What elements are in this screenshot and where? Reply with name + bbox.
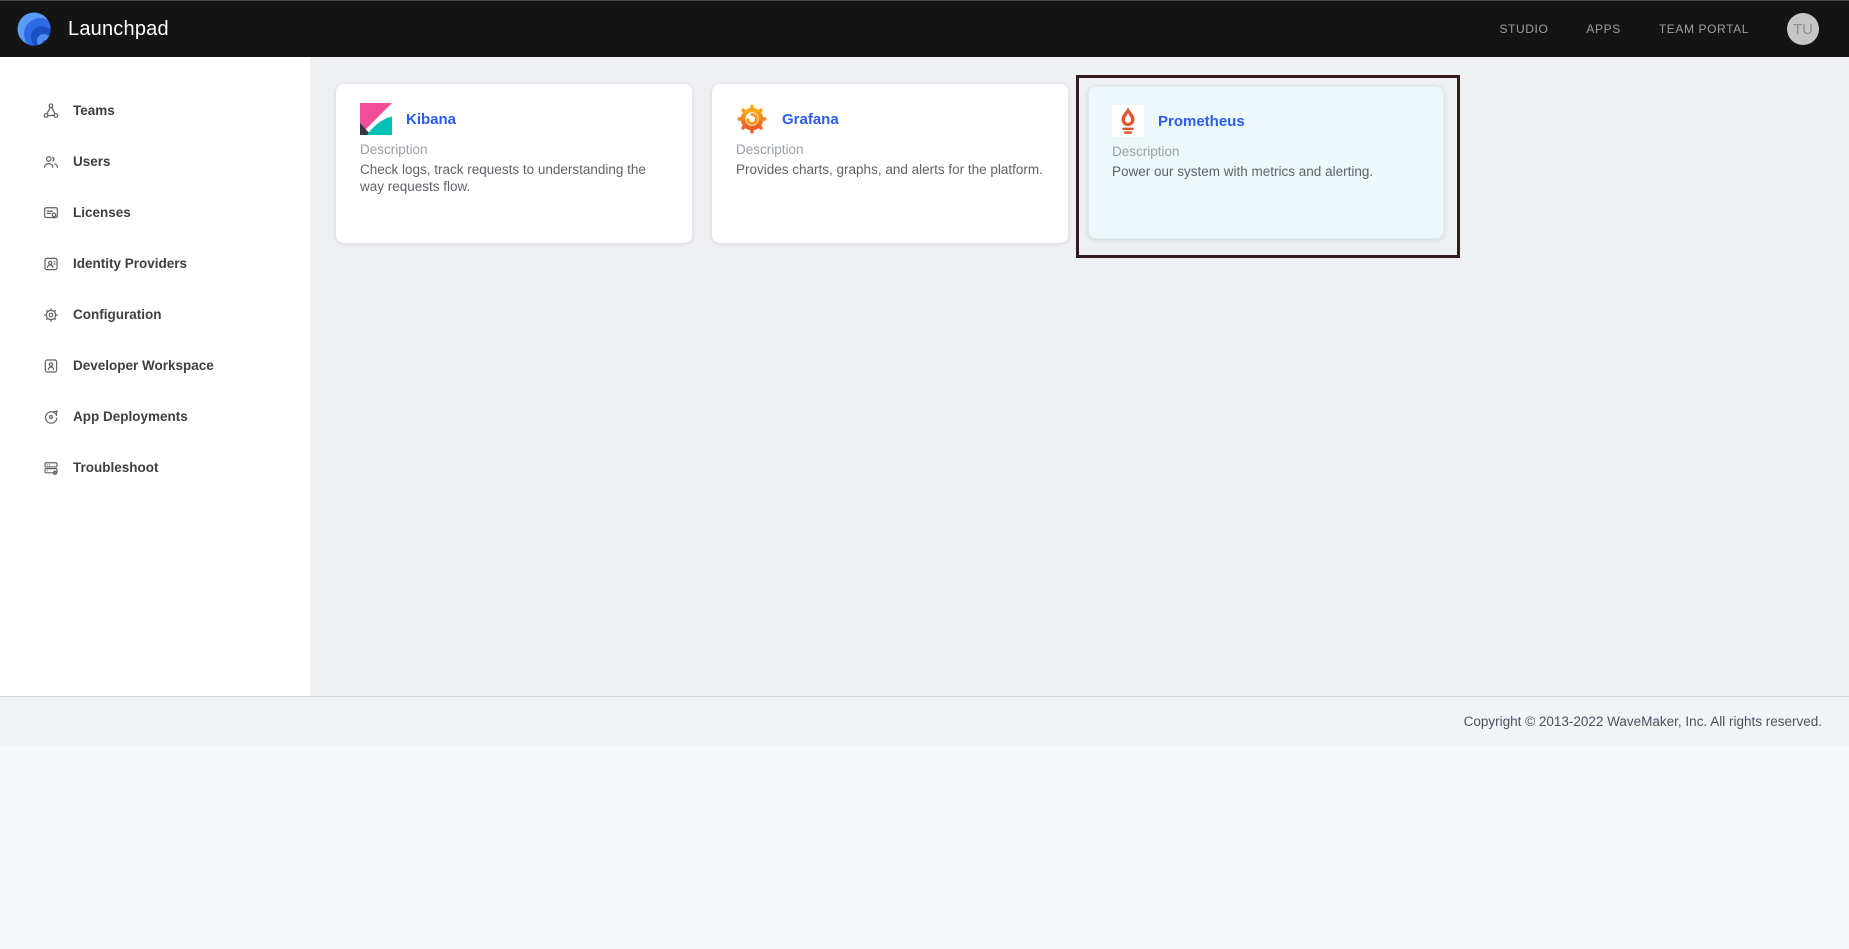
app-title-link[interactable]: Kibana [406,111,456,128]
sidebar-item-licenses[interactable]: Licenses [0,187,310,238]
app-card-prometheus[interactable]: Prometheus Description Power our system … [1088,86,1444,239]
description-label: Description [736,142,1044,157]
brand-home-link[interactable]: Launchpad [16,11,169,47]
app-title-link[interactable]: Grafana [782,111,839,128]
app-card-grafana[interactable]: Grafana Description Provides charts, gra… [712,84,1068,243]
content-area: Kibana Description Check logs, track req… [310,57,1849,696]
troubleshoot-icon [42,459,60,477]
description-label: Description [360,142,668,157]
sidebar-item-label: Identity Providers [73,256,187,271]
users-icon [42,153,60,171]
app-title-link[interactable]: Prometheus [1158,113,1245,130]
sidebar-item-label: Configuration [73,307,161,322]
bottom-strip [0,746,1849,949]
card-header: Grafana [736,103,1044,135]
top-navigation: STUDIO APPS TEAM PORTAL TU [1499,13,1819,45]
sidebar-item-app-deployments[interactable]: App Deployments [0,391,310,442]
licenses-icon [42,204,60,222]
app-card-kibana[interactable]: Kibana Description Check logs, track req… [336,84,692,243]
app-card-list: Kibana Description Check logs, track req… [336,84,1460,258]
developer-workspace-icon [42,357,60,375]
sidebar: Teams Users [0,57,310,696]
sidebar-item-label: Users [73,154,111,169]
top-bar: Launchpad STUDIO APPS TEAM PORTAL TU [0,0,1849,57]
sidebar-item-label: Developer Workspace [73,358,214,373]
grafana-logo-icon [736,103,768,135]
sidebar-item-teams[interactable]: Teams [0,85,310,136]
card-header: Prometheus [1112,105,1420,137]
card-header: Kibana [360,103,668,135]
sidebar-item-identity-providers[interactable]: Identity Providers [0,238,310,289]
app-deployments-icon [42,408,60,426]
configuration-icon [42,306,60,324]
nav-link-apps[interactable]: APPS [1586,22,1620,36]
description-label: Description [1112,144,1420,159]
identity-providers-icon [42,255,60,273]
sidebar-item-label: App Deployments [73,409,188,424]
sidebar-item-developer-workspace[interactable]: Developer Workspace [0,340,310,391]
sidebar-item-label: Teams [73,103,115,118]
copyright-text: Copyright © 2013-2022 WaveMaker, Inc. Al… [1464,714,1822,729]
sidebar-item-label: Troubleshoot [73,460,159,475]
teams-icon [42,102,60,120]
description-text: Power our system with metrics and alerti… [1112,163,1420,180]
sidebar-item-troubleshoot[interactable]: Troubleshoot [0,442,310,493]
prometheus-logo-icon [1112,105,1144,137]
highlight-annotation-box: Prometheus Description Power our system … [1076,75,1460,258]
nav-link-team-portal[interactable]: TEAM PORTAL [1659,22,1749,36]
description-text: Check logs, track requests to understand… [360,161,668,196]
nav-link-studio[interactable]: STUDIO [1499,22,1548,36]
sidebar-item-users[interactable]: Users [0,136,310,187]
main-area: Teams Users [0,57,1849,696]
description-text: Provides charts, graphs, and alerts for … [736,161,1044,178]
kibana-logo-icon [360,103,392,135]
launchpad-screen: Launchpad STUDIO APPS TEAM PORTAL TU Tea… [0,0,1849,949]
page-title: Launchpad [68,18,169,41]
user-avatar[interactable]: TU [1787,13,1819,45]
sidebar-item-configuration[interactable]: Configuration [0,289,310,340]
footer-bar: Copyright © 2013-2022 WaveMaker, Inc. Al… [0,696,1849,746]
sidebar-item-label: Licenses [73,205,131,220]
wavemaker-logo-icon [16,11,52,47]
